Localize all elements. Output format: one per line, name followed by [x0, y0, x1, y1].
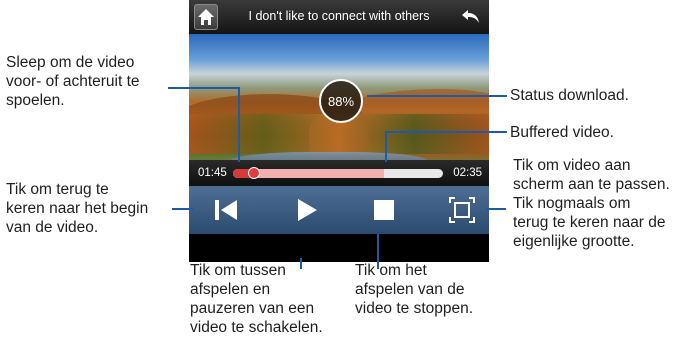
- back-button[interactable]: [459, 6, 483, 28]
- title-bar: I don't like to connect with others: [189, 0, 489, 34]
- annotation-fit: Tik om video aan scherm aan te passen. T…: [513, 156, 670, 251]
- home-icon: [198, 9, 214, 25]
- skip-to-start-button[interactable]: [211, 195, 241, 225]
- annotation-line: scherm aan te passen.: [513, 176, 670, 193]
- progress-area: 01:45 02:35: [189, 160, 489, 186]
- annotation-line: Tik om tussen: [190, 262, 286, 279]
- annotation-line: eigenlijke grootte.: [513, 233, 635, 250]
- annotation-line: video te schakelen.: [190, 319, 323, 336]
- annotation-line: van de video.: [6, 219, 99, 236]
- callout-line: [168, 87, 239, 89]
- back-arrow-icon: [462, 10, 479, 23]
- play-pause-button[interactable]: [292, 195, 322, 225]
- annotation-line: Tik om het: [355, 262, 427, 279]
- callout-line: [385, 131, 507, 133]
- download-status-indicator: 88%: [319, 79, 363, 123]
- annotation-stop: Tik om het afspelen van de video te stop…: [355, 261, 473, 318]
- annotation-line: Status download.: [510, 87, 629, 104]
- skip-to-start-icon: [215, 200, 237, 220]
- annotation-line: Tik nogmaals om: [513, 195, 631, 212]
- fit-to-screen-button[interactable]: [447, 195, 477, 225]
- annotation-line: terug te keren naar de: [513, 214, 666, 231]
- annotation-line: Tik om video aan: [513, 157, 631, 174]
- annotation-line: pauzeren van een: [190, 300, 315, 317]
- callout-line: [377, 234, 379, 269]
- annotation-drag: Sleep om de video voor- of achteruit te …: [6, 53, 140, 110]
- annotation-play-pause: Tik om tussen afspelen en pauzeren van e…: [190, 261, 323, 337]
- stop-button[interactable]: [369, 195, 399, 225]
- progress-track[interactable]: [233, 169, 443, 178]
- annotation-line: voor- of achteruit te: [6, 73, 140, 90]
- annotation-line: spoelen.: [6, 92, 65, 109]
- elapsed-time: 01:45: [198, 167, 227, 179]
- fit-to-screen-icon: [449, 197, 475, 223]
- annotation-line: afspelen en: [190, 281, 271, 298]
- callout-line: [238, 87, 240, 162]
- annotation-line: afspelen van de: [355, 281, 465, 298]
- annotation-line: Sleep om de video: [6, 54, 135, 71]
- callout-line: [300, 258, 302, 269]
- seek-handle[interactable]: [248, 167, 260, 179]
- annotation-buffered: Buffered video.: [510, 123, 614, 142]
- callout-line: [367, 95, 507, 97]
- video-frame[interactable]: 88%: [189, 34, 489, 176]
- controls-bar: [189, 186, 489, 234]
- home-button[interactable]: [194, 4, 218, 30]
- play-icon: [298, 199, 317, 221]
- callout-line: [172, 208, 194, 210]
- annotation-line: keren naar het begin: [6, 200, 149, 217]
- annotation-to-start: Tik om terug te keren naar het begin van…: [6, 180, 148, 237]
- annotation-line: Tik om terug te: [6, 181, 109, 198]
- annotation-download: Status download.: [510, 86, 629, 105]
- stop-icon: [374, 200, 394, 220]
- video-title: I don't like to connect with others: [248, 9, 430, 23]
- callout-line: [486, 208, 506, 210]
- callout-line: [385, 131, 387, 162]
- annotation-line: Buffered video.: [510, 124, 614, 141]
- annotation-line: video te stoppen.: [355, 300, 474, 317]
- total-time: 02:35: [453, 167, 482, 179]
